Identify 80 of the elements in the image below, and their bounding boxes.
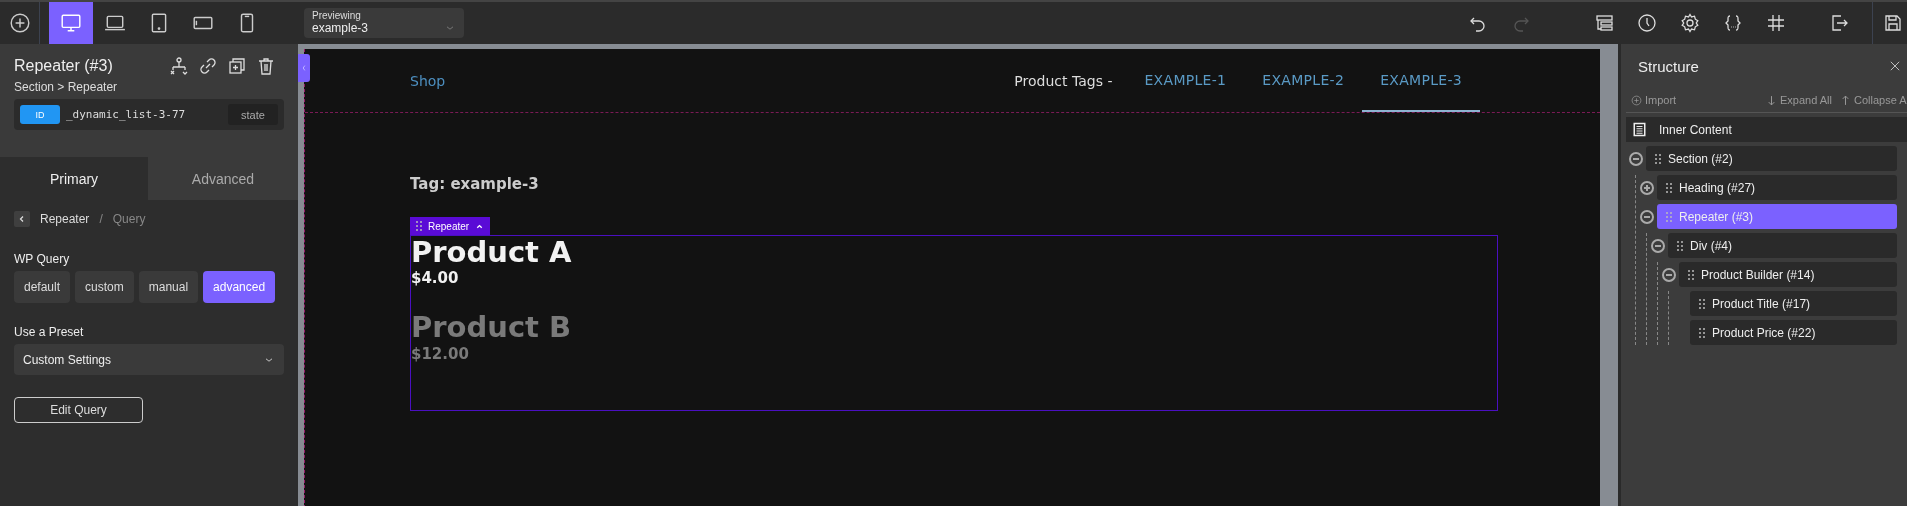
id-badge: ID — [20, 105, 60, 124]
document-icon — [1632, 122, 1647, 137]
site-logo-link[interactable]: Shop — [410, 72, 446, 89]
duplicate-icon — [227, 56, 247, 76]
state-button[interactable]: state — [228, 104, 278, 125]
preview-select[interactable]: Previewing example-3 — [304, 8, 464, 38]
arrow-down-icon — [1765, 94, 1777, 106]
back-button[interactable] — [14, 211, 30, 227]
nav-link[interactable]: EXAMPLE-2 — [1244, 49, 1363, 112]
tree-root-label: Inner Content — [1659, 122, 1732, 137]
nav-link[interactable]: EXAMPLE-1 — [1126, 49, 1245, 112]
clock-icon — [1636, 13, 1657, 33]
link-button[interactable] — [198, 56, 218, 76]
close-icon — [1888, 59, 1902, 73]
nav-label: Product Tags - — [1014, 72, 1113, 89]
expand-all-button[interactable]: Expand All — [1765, 94, 1832, 106]
breadcrumb-current: Query — [112, 212, 146, 226]
product-title: Product B — [411, 311, 573, 345]
plus-circle-icon — [1631, 94, 1642, 106]
field-label: WP Query — [14, 252, 71, 266]
breadcrumb-separator: / — [99, 212, 103, 226]
trash-icon — [256, 56, 276, 76]
hierarchy-icon — [169, 56, 189, 76]
import-button[interactable]: Import — [1631, 94, 1677, 106]
collapse-toggle[interactable] — [1651, 238, 1665, 253]
tab[interactable]: Advanced — [148, 157, 298, 200]
panel-title: Structure — [1638, 57, 1699, 75]
collapse-toggle[interactable] — [1629, 151, 1643, 166]
product-title: Product A — [411, 236, 573, 270]
drag-handle-icon — [1688, 269, 1694, 280]
drag-handle-icon — [1655, 153, 1661, 164]
add-icon — [8, 12, 31, 34]
drag-handle-icon — [1677, 240, 1683, 251]
tree-item[interactable]: Div (#4) — [1668, 233, 1897, 258]
query-option[interactable]: advanced — [203, 271, 276, 303]
drag-handle-icon — [1666, 182, 1672, 193]
id-field[interactable]: ID _dynamic_list-3-77 state — [14, 99, 284, 130]
repeater-tag[interactable]: Repeater — [410, 217, 491, 235]
tree-root[interactable]: Inner Content — [1626, 117, 1907, 142]
element-title: Repeater (#3) — [14, 57, 113, 75]
page-heading: Tag: example-3 — [410, 175, 540, 193]
delete-button[interactable] — [256, 56, 276, 76]
grid-icon — [1765, 13, 1786, 33]
expand-toggle[interactable] — [1640, 180, 1654, 195]
drag-handle-icon — [416, 221, 422, 231]
id-value: _dynamic_list-3-77 — [66, 108, 186, 121]
product-price: $4.00 — [411, 269, 460, 288]
tree-item[interactable]: Product Price (#22) — [1690, 320, 1897, 345]
settings-icon — [1679, 13, 1700, 33]
link-icon — [198, 56, 218, 76]
tree-item[interactable]: Product Builder (#14) — [1679, 262, 1897, 287]
close-button[interactable] — [1888, 59, 1902, 73]
duplicate-button[interactable] — [227, 56, 247, 76]
preset-select[interactable]: Custom Settings — [14, 344, 284, 375]
breadcrumb-link[interactable]: Repeater — [40, 212, 90, 226]
query-option[interactable]: default — [14, 271, 71, 303]
query-option[interactable]: custom — [75, 271, 134, 303]
structure-icon — [1593, 13, 1614, 33]
edit-query-button[interactable]: Edit Query — [14, 397, 143, 423]
product-price: $12.00 — [411, 344, 470, 363]
breadcrumb: Section > Repeater — [14, 80, 119, 94]
hierarchy-button[interactable] — [169, 56, 189, 76]
drag-handle-icon — [1666, 211, 1672, 222]
device-button[interactable] — [49, 2, 93, 44]
desktop-icon — [60, 12, 82, 34]
collapse-toggle[interactable] — [1640, 209, 1654, 224]
arrow-up-icon — [1839, 94, 1851, 106]
collapse-toggle[interactable] — [1662, 267, 1676, 282]
save-icon — [1883, 13, 1903, 33]
drag-handle-icon — [1699, 327, 1705, 338]
tree-item[interactable]: Heading (#27) — [1657, 175, 1897, 200]
tree-item[interactable]: Section (#2) — [1646, 146, 1897, 171]
nav-link[interactable]: EXAMPLE-3 — [1362, 49, 1480, 112]
chevron-left-icon — [300, 62, 308, 74]
tree-item[interactable]: Repeater (#3) — [1657, 204, 1897, 229]
tree-item[interactable]: Product Title (#17) — [1690, 291, 1897, 316]
repeater-tag-label: Repeater — [428, 220, 470, 232]
drag-handle-icon — [1699, 298, 1705, 309]
query-option[interactable]: manual — [138, 271, 199, 303]
field-label: Use a Preset — [14, 325, 85, 339]
